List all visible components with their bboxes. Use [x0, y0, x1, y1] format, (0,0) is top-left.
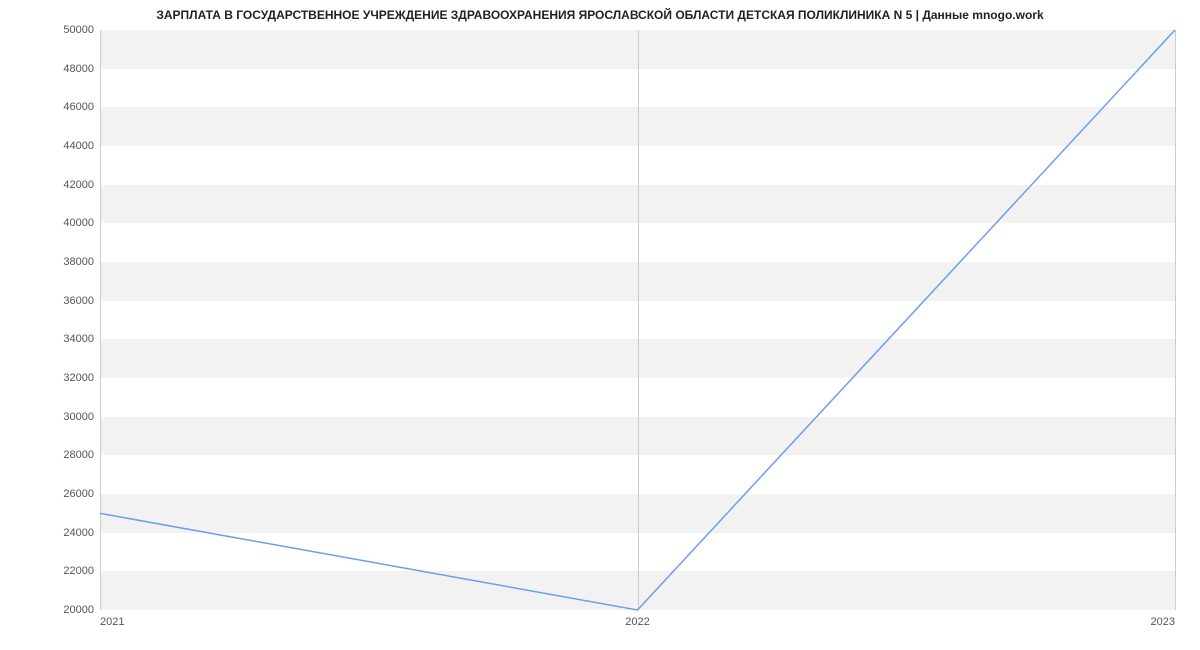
y-tick-label: 46000: [63, 101, 100, 113]
x-tick-label: 2023: [1151, 610, 1175, 628]
plot-area: 2000022000240002600028000300003200034000…: [100, 30, 1175, 610]
line-series: [100, 30, 1175, 610]
chart-title: ЗАРПЛАТА В ГОСУДАРСТВЕННОЕ УЧРЕЖДЕНИЕ ЗД…: [0, 8, 1200, 22]
x-gridline: [1175, 30, 1176, 610]
y-tick-label: 44000: [63, 140, 100, 152]
y-tick-label: 26000: [63, 488, 100, 500]
y-tick-label: 24000: [63, 527, 100, 539]
y-tick-label: 38000: [63, 256, 100, 268]
y-tick-label: 34000: [63, 333, 100, 345]
y-tick-label: 50000: [63, 24, 100, 36]
y-tick-label: 22000: [63, 565, 100, 577]
y-tick-label: 40000: [63, 217, 100, 229]
y-tick-label: 20000: [63, 604, 100, 616]
y-tick-label: 36000: [63, 295, 100, 307]
x-tick-label: 2021: [100, 610, 124, 628]
y-tick-label: 32000: [63, 372, 100, 384]
y-tick-label: 30000: [63, 411, 100, 423]
x-tick-label: 2022: [625, 610, 649, 628]
y-tick-label: 28000: [63, 449, 100, 461]
chart-container: ЗАРПЛАТА В ГОСУДАРСТВЕННОЕ УЧРЕЖДЕНИЕ ЗД…: [0, 0, 1200, 650]
y-tick-label: 48000: [63, 63, 100, 75]
y-tick-label: 42000: [63, 179, 100, 191]
